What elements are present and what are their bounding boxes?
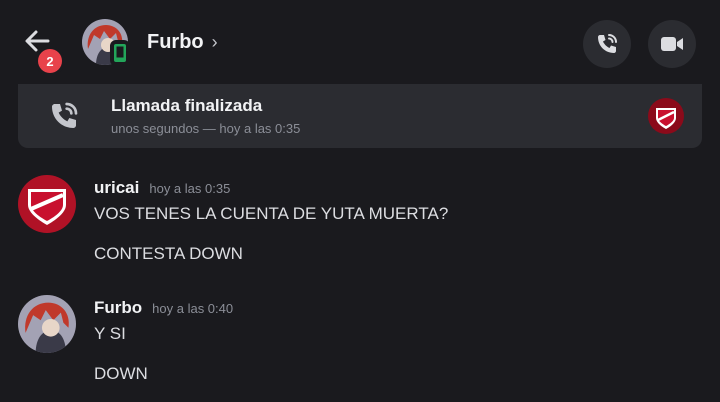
chat-header: 2 Furbo › [0,0,720,86]
avatar[interactable] [18,175,76,233]
message-text[interactable]: Y SI [94,324,126,344]
participant-avatar [648,98,684,134]
timestamp: hoy a las 0:40 [152,301,234,316]
avatar[interactable] [18,295,76,353]
message-text[interactable]: VOS TENES LA CUENTA DE YUTA MUERTA? [94,204,448,224]
video-call-button[interactable] [648,20,696,68]
timestamp: hoy a las 0:35 [149,181,231,196]
message-header: Furbo hoy a las 0:40 [94,298,233,318]
chevron-right-icon: › [211,32,218,52]
phone-call-icon [48,100,80,132]
video-camera-icon [661,37,683,51]
mobile-online-icon [110,40,130,66]
header-avatar[interactable] [82,19,130,67]
header-title-text: Furbo [147,31,204,53]
author-name[interactable]: uricai [94,178,139,198]
call-title: Llamada finalizada [111,96,263,115]
message-header: uricai hoy a las 0:35 [94,178,230,198]
phone-call-icon [598,34,617,53]
author-name[interactable]: Furbo [94,298,142,318]
message-text[interactable]: DOWN [94,364,148,384]
call-subtitle: unos segundos — hoy a las 0:35 [111,121,301,136]
voice-call-button[interactable] [583,20,631,68]
unread-badge: 2 [38,49,62,73]
call-ended-card[interactable]: Llamada finalizada unos segundos — hoy a… [18,84,702,148]
page-title[interactable]: Furbo › [147,31,218,54]
message-text[interactable]: CONTESTA DOWN [94,244,243,264]
